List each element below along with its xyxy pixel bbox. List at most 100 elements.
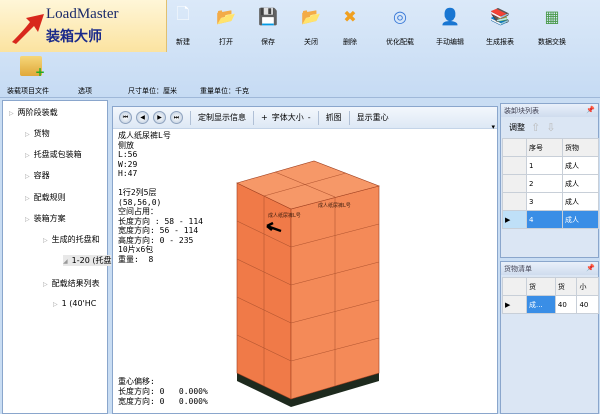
- toolbar-button-3[interactable]: 📂 关闭: [289, 5, 333, 47]
- box-label-2: 成人纸尿裤L号: [318, 202, 351, 209]
- cell: 40: [576, 295, 599, 314]
- expand-icon[interactable]: ◢: [63, 258, 68, 265]
- report-icon: 📚: [490, 6, 510, 26]
- pin-icon[interactable]: 📌: [586, 264, 595, 273]
- logo-text-en: LoadMaster: [46, 6, 119, 22]
- tree-node-label: 配载规则: [33, 193, 66, 202]
- table-row[interactable]: 2 成人: [502, 174, 599, 193]
- project-file-icon[interactable]: +: [20, 56, 45, 79]
- table-row[interactable]: 1 成人: [502, 156, 599, 175]
- toolbar-button-5[interactable]: ◎ 优化配载: [378, 5, 422, 47]
- weight-unit[interactable]: 重量单位：千克: [200, 86, 249, 96]
- expand-icon[interactable]: ▷: [25, 216, 30, 223]
- expand-icon[interactable]: ▷: [53, 301, 58, 308]
- toolbar-button-8[interactable]: ▦ 数据交换: [530, 5, 574, 47]
- toolbar-label: 保存: [261, 38, 275, 46]
- toolbar-label: 数据交换: [538, 38, 566, 46]
- tree-node-label: 货物: [33, 129, 50, 138]
- delete-icon: ✖: [343, 6, 357, 26]
- tree-node[interactable]: ▷ 1 (40'HC: [53, 299, 96, 308]
- goods-panel: 货物清单 📌 货货小 ▶ 成... 40 40: [500, 261, 599, 414]
- expand-icon[interactable]: ▷: [9, 110, 14, 117]
- cell: 成人: [562, 156, 599, 175]
- manual-edit-icon: 👤: [440, 6, 460, 26]
- view-panel: ⏮ ◀ ▶ ⏭ 定制显示信息 + 字体大小 - 抓图 显示重心 成人纸尿裤L号 …: [112, 106, 498, 414]
- unload-panel: 装卸块列表 📌 调整 ⇧ ⇩ 序号 货物 1 成人 2 成人 3 成人 ▶ 4 成人: [500, 103, 599, 258]
- excel-icon: ▦: [544, 6, 560, 26]
- expand-icon[interactable]: ▷: [43, 237, 48, 244]
- tree-node[interactable]: ▷ 配载规则: [25, 192, 66, 203]
- logo: LoadMaster 装箱大师: [0, 0, 167, 52]
- tree-node-label: 托盘或包装箱: [33, 150, 82, 159]
- expand-icon[interactable]: ▷: [25, 152, 30, 159]
- toolbar-label: 优化配载: [386, 38, 414, 46]
- adjust-label: 调整: [509, 123, 525, 132]
- toolbar-button-6[interactable]: 👤 手动编辑: [428, 5, 472, 47]
- close-folder-icon: 📂: [301, 6, 321, 26]
- expand-icon[interactable]: ▷: [25, 131, 30, 138]
- box-label: 成人纸尿裤L号: [268, 212, 301, 219]
- tree-node[interactable]: ▷ 货物: [25, 128, 50, 139]
- tree-node-label: 1 (40'HC: [61, 299, 97, 308]
- col-header[interactable]: 序号: [526, 138, 563, 157]
- table-row[interactable]: 3 成人: [502, 192, 599, 211]
- toolbar-label: 生成报表: [486, 38, 514, 46]
- goods-table: 货货小 ▶ 成... 40 40: [502, 277, 599, 314]
- expand-icon[interactable]: ▷: [43, 281, 48, 288]
- optimize-icon: ◎: [393, 6, 407, 26]
- col-header[interactable]: 货: [526, 277, 556, 296]
- toolbar-button-2[interactable]: 💾 保存: [246, 5, 290, 47]
- toolbar-label: 删除: [343, 38, 357, 46]
- table-row[interactable]: ▶ 4 成人: [502, 210, 599, 229]
- toolbar-button-7[interactable]: 📚 生成报表: [478, 5, 522, 47]
- cell: 2: [526, 174, 563, 193]
- cell: 3: [526, 192, 563, 211]
- tree-node-label: 装箱方案: [33, 214, 66, 223]
- tree-node[interactable]: ▷ 装箱方案: [25, 213, 66, 224]
- cell: 成人: [562, 174, 599, 193]
- tree-node-label: 两阶段装载: [17, 108, 58, 117]
- cell: 成...: [526, 295, 556, 314]
- tree-node[interactable]: ▷ 容器: [25, 170, 50, 181]
- save-icon: 💾: [258, 6, 278, 26]
- toolbar-label: 新建: [176, 38, 190, 46]
- toolbar-overflow-icon[interactable]: ▾: [491, 123, 495, 131]
- cell: 1: [526, 156, 563, 175]
- logo-arrow-icon: [12, 14, 44, 44]
- tree-node[interactable]: ▷ 配载结果列表: [43, 278, 100, 289]
- toolbar-label: 打开: [219, 38, 233, 46]
- toolbar-button-0[interactable]: 🗋 新建: [161, 3, 205, 47]
- col-header[interactable]: 货: [554, 277, 578, 296]
- cell: 成人: [562, 210, 599, 229]
- unload-table: 序号 货物 1 成人 2 成人 3 成人 ▶ 4 成人: [502, 138, 599, 229]
- pin-icon[interactable]: 📌: [586, 106, 595, 115]
- toolbar-label: 手动编辑: [436, 38, 464, 46]
- col-header[interactable]: 小: [576, 277, 599, 296]
- tree-node[interactable]: ▷ 两阶段装载: [9, 107, 58, 118]
- tree-node[interactable]: ▷ 生成的托盘和: [43, 234, 100, 245]
- tree-panel: ▷ 两阶段装载 ▷ 货物 ▷ 托盘或包装箱 ▷ 容器 ▷ 配载规则 ▷ 装箱方案 ▷ 生成的托盘和 ◢ 1-2…: [2, 100, 112, 414]
- goods-title: 货物清单: [504, 265, 532, 273]
- toolbar-button-4[interactable]: ✖ 删除: [328, 5, 372, 47]
- expand-icon[interactable]: ▷: [25, 195, 30, 202]
- tree-node[interactable]: ▷ 托盘或包装箱: [25, 149, 82, 160]
- tree-node-label: 1-20 (托盘: [71, 256, 112, 265]
- unload-title: 装卸块列表: [504, 107, 539, 115]
- project-file-button[interactable]: 装载项目文件: [7, 86, 49, 96]
- move-down-button[interactable]: ⇩: [546, 121, 555, 134]
- new-file-icon: 🗋: [176, 3, 190, 23]
- cell: 4: [526, 210, 563, 229]
- tree-node-label: 配载结果列表: [51, 279, 100, 288]
- move-up-button[interactable]: ⇧: [531, 121, 540, 134]
- cell: 40: [554, 295, 578, 314]
- col-header[interactable]: 货物: [562, 138, 599, 157]
- expand-icon[interactable]: ▷: [25, 173, 30, 180]
- load-3d-view[interactable]: 成人纸尿裤L号 成人纸尿裤L号: [113, 107, 497, 413]
- size-unit[interactable]: 尺寸单位：厘米: [128, 86, 177, 96]
- table-row[interactable]: ▶ 成... 40 40: [502, 295, 599, 314]
- toolbar-label: 关闭: [304, 38, 318, 46]
- options-button[interactable]: 选项: [78, 86, 92, 96]
- cell: 成人: [562, 192, 599, 211]
- tree-node[interactable]: ◢ 1-20 (托盘: [63, 255, 112, 266]
- toolbar-button-1[interactable]: 📂 打开: [204, 5, 248, 47]
